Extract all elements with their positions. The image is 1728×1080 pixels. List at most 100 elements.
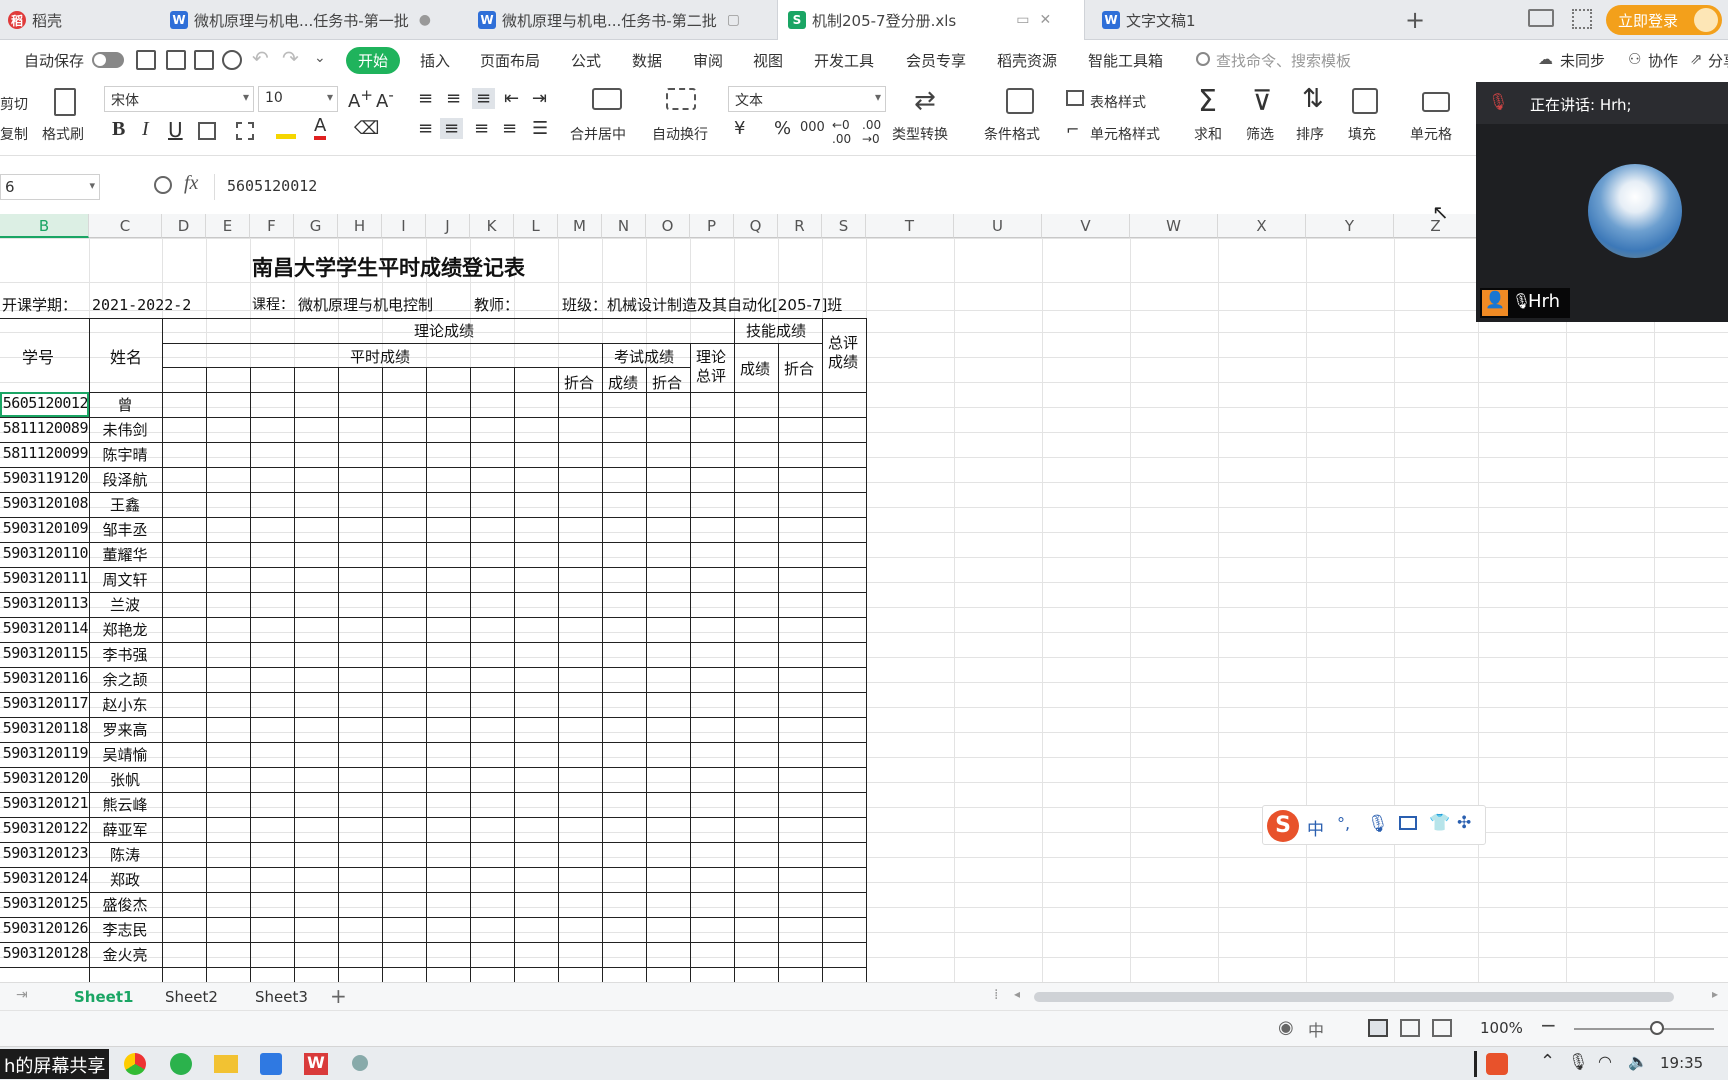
sheet-tab-3[interactable]: Sheet3 [255, 988, 308, 1006]
student-id-cell[interactable]: 5903120108 [0, 494, 89, 512]
student-name-cell[interactable]: 未伟剑 [90, 419, 160, 440]
tab-doc-batch1[interactable]: W 微机原理与机电...任务书-第一批 ● [160, 0, 465, 40]
indent-decrease-icon[interactable]: ⇤ [504, 88, 519, 109]
column-header-e[interactable]: E [206, 214, 250, 238]
student-id-cell[interactable]: 5811120099 [0, 444, 89, 462]
tab-doc-wenzi[interactable]: W 文字文稿1 [1090, 0, 1390, 40]
format-painter-button[interactable]: 格式刷 [42, 124, 84, 144]
student-id-cell[interactable]: 5903120121 [0, 794, 89, 812]
cells-button[interactable]: 单元格 [1410, 124, 1452, 144]
page-break-view-icon[interactable] [1432, 1019, 1452, 1037]
student-id-cell[interactable]: 5903120116 [0, 669, 89, 687]
student-id-cell[interactable]: 5903120117 [0, 694, 89, 712]
tab-window-icon[interactable]: ▢ [727, 12, 740, 28]
header-skill-zhehe[interactable]: 折合 [784, 358, 814, 379]
window-layout-icon[interactable] [1528, 9, 1554, 27]
student-id-cell[interactable]: 5811120089 [0, 419, 89, 437]
screen-share-label[interactable]: h的屏幕共享 [0, 1049, 110, 1079]
tab-dot-icon[interactable]: ● [419, 12, 431, 28]
currency-icon[interactable]: ¥ [734, 118, 745, 139]
student-name-cell[interactable]: 周文轩 [90, 569, 160, 590]
header-skill[interactable]: 技能成绩 [746, 320, 806, 341]
align-top-icon[interactable]: ≡ [418, 88, 433, 109]
menu-formula[interactable]: 公式 [571, 50, 601, 71]
scroll-left-icon[interactable]: ◂ [1014, 987, 1020, 1001]
header-exam[interactable]: 考试成绩 [614, 346, 674, 367]
menu-data[interactable]: 数据 [632, 50, 662, 71]
italic-button[interactable]: I [142, 118, 149, 141]
align-right-icon[interactable]: ≡ [474, 118, 489, 139]
thousands-separator-icon[interactable]: 000 [800, 120, 825, 135]
toolbox-grid-icon[interactable]: ✣ [1457, 813, 1471, 833]
fill-button[interactable]: 填充 [1348, 124, 1376, 144]
student-id-cell[interactable]: 5903120111 [0, 569, 89, 587]
new-tab-button[interactable]: + [1405, 6, 1425, 34]
cell-fill-pattern-icon[interactable] [236, 122, 254, 140]
student-name-cell[interactable]: 李志民 [90, 919, 160, 940]
sort-button[interactable]: 排序 [1296, 124, 1324, 144]
save-icon[interactable] [136, 50, 156, 70]
align-left-icon[interactable]: ≡ [418, 118, 433, 139]
student-name-cell[interactable]: 余之颉 [90, 669, 160, 690]
column-header-k[interactable]: K [470, 214, 514, 238]
last-sheet-icon[interactable]: ⇥ [16, 987, 28, 1003]
column-header-q[interactable]: Q [734, 214, 778, 238]
quick-access-dropdown-icon[interactable]: ⌄ [314, 50, 326, 66]
student-name-cell[interactable]: 吴靖愉 [90, 744, 160, 765]
student-name-cell[interactable]: 段泽航 [90, 469, 160, 490]
header-usual[interactable]: 平时成绩 [350, 346, 410, 367]
header-exam-score[interactable]: 成绩 [608, 372, 638, 393]
student-name-cell[interactable]: 陈涛 [90, 844, 160, 865]
volume-icon[interactable]: 🔈 [1628, 1052, 1648, 1071]
align-center-icon[interactable]: ≡ [440, 118, 464, 139]
class-label[interactable]: 班级：机械设计制造及其自动化[205-7]班 [562, 294, 842, 315]
student-name-cell[interactable]: 罗来高 [90, 719, 160, 740]
mic-tray-icon[interactable]: 🎙 [1568, 1052, 1588, 1071]
wrap-text-button[interactable]: 自动换行 [652, 124, 708, 144]
header-theory-total[interactable]: 理论总评 [696, 348, 732, 386]
student-name-cell[interactable]: 盛俊杰 [90, 894, 160, 915]
wifi-icon[interactable]: ◠ [1598, 1052, 1612, 1071]
zoom-level[interactable]: 100% [1480, 1019, 1523, 1037]
increase-decimal-icon[interactable]: ←0.00 [832, 118, 851, 146]
header-zhehe[interactable]: 折合 [564, 372, 594, 393]
sogou-tray-icon[interactable] [1486, 1053, 1508, 1075]
student-name-cell[interactable]: 邹丰丞 [90, 519, 160, 540]
autosave-toggle[interactable] [92, 52, 124, 68]
conditional-format-button[interactable]: 条件格式 [984, 124, 1040, 144]
menu-smart-toolbox[interactable]: 智能工具箱 [1088, 50, 1163, 71]
column-header-d[interactable]: D [162, 214, 206, 238]
ime-toolbar[interactable]: S 中 °, 🎙 👕 ✣ [1262, 805, 1486, 845]
decrease-decimal-icon[interactable]: .00 →0 [862, 118, 881, 146]
student-name-cell[interactable]: 王鑫 [90, 494, 160, 515]
student-name-cell[interactable]: 陈宇晴 [90, 444, 160, 465]
student-name-cell[interactable]: 李书强 [90, 644, 160, 665]
spreadsheet-grid[interactable]: BCDEFGHIJKLMNOPQRSTUVWXYZ 南昌大学学生平时成绩登记表 … [0, 214, 1728, 982]
column-header-m[interactable]: M [558, 214, 602, 238]
cell-style-button[interactable]: 单元格样式 [1090, 124, 1160, 144]
name-box[interactable]: 6 ▾ [0, 174, 100, 200]
sheet-tab-1[interactable]: Sheet1 [74, 988, 133, 1006]
close-icon[interactable]: ✕ [1039, 12, 1051, 28]
column-header-l[interactable]: L [514, 214, 558, 238]
student-name-cell[interactable]: 张帆 [90, 769, 160, 790]
header-skill-score[interactable]: 成绩 [740, 358, 770, 379]
formula-input[interactable]: 5605120012 [214, 174, 1476, 200]
column-header-b[interactable]: B [0, 214, 89, 238]
student-name-cell[interactable]: 董耀华 [90, 544, 160, 565]
sheet-tab-2[interactable]: Sheet2 [165, 988, 218, 1006]
tab-doc-batch2[interactable]: W 微机原理与机电...任务书-第二批 ▢ [468, 0, 773, 40]
share-button[interactable]: 分享 [1708, 50, 1728, 71]
align-middle-icon[interactable]: ≡ [446, 88, 461, 109]
student-id-cell[interactable]: 5903119120 [0, 469, 89, 487]
sheet-title[interactable]: 南昌大学学生平时成绩登记表 [252, 252, 525, 282]
number-format-select[interactable]: 文本 [728, 86, 886, 112]
tab-sheet-active[interactable]: S 机制205-7登分册.xls ▭ ✕ [777, 0, 1085, 40]
column-header-f[interactable]: F [250, 214, 294, 238]
font-shrink-icon[interactable]: A- [376, 86, 394, 112]
zoom-search-icon[interactable] [154, 176, 172, 194]
student-id-cell[interactable]: 5903120113 [0, 594, 89, 612]
menu-view[interactable]: 视图 [753, 50, 783, 71]
student-name-cell[interactable]: 熊云峰 [90, 794, 160, 815]
menu-member[interactable]: 会员专享 [906, 50, 966, 71]
